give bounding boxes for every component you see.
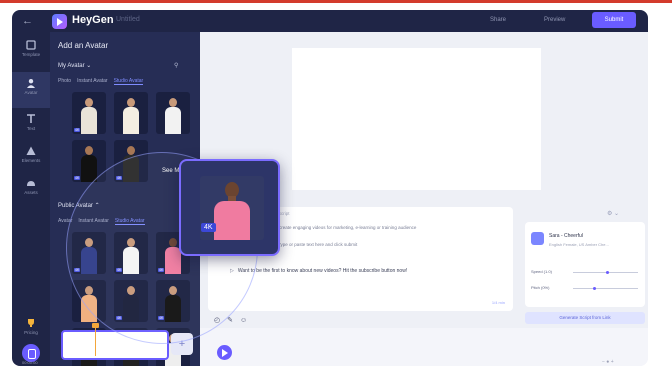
avatar-thumb[interactable]: 4K bbox=[72, 92, 106, 134]
top-bar: ← HeyGen Untitled Share Preview Submit bbox=[12, 10, 648, 32]
current-line-text: Want to be the first to know about new v… bbox=[237, 268, 408, 274]
video-canvas[interactable] bbox=[292, 48, 541, 190]
heygen-logo bbox=[52, 14, 67, 29]
voice-description: English Female, US Amber Che... bbox=[549, 242, 609, 247]
speed-slider[interactable] bbox=[573, 271, 638, 274]
rail-item-pricing[interactable]: Pricing bbox=[12, 318, 50, 340]
share-link[interactable]: Share bbox=[490, 17, 506, 23]
my-avatar-label: My Avatar bbox=[58, 63, 85, 69]
rail-label-text: Text bbox=[26, 126, 36, 131]
voice-icon bbox=[531, 232, 544, 245]
4k-badge: 4K bbox=[201, 223, 216, 232]
app-window: ← HeyGen Untitled Share Preview Submit T… bbox=[12, 10, 648, 366]
elements-icon bbox=[26, 146, 36, 155]
emoji-icon[interactable]: ☺ bbox=[240, 317, 247, 324]
trophy-icon bbox=[28, 319, 34, 327]
preview-button[interactable]: Preview bbox=[544, 17, 565, 23]
tab-instant-avatar[interactable]: Instant Avatar bbox=[77, 78, 107, 84]
pitch-slider[interactable] bbox=[573, 287, 638, 290]
draft-title[interactable]: Untitled bbox=[116, 16, 140, 23]
tab-studio-avatar[interactable]: Studio Avatar bbox=[113, 78, 144, 85]
top-accent-line bbox=[0, 0, 672, 3]
brand-name: HeyGen bbox=[72, 14, 114, 26]
avatar-thumb[interactable] bbox=[156, 92, 190, 134]
pause-icon[interactable]: ✎ bbox=[227, 317, 233, 324]
timecode: 00:00:00 bbox=[22, 360, 38, 365]
rail-item-elements[interactable]: Elements bbox=[12, 146, 50, 172]
voice-panel[interactable]: Sara - Cheerful English Female, US Amber… bbox=[525, 222, 645, 307]
left-icon-rail: Template Avatar Text Elements Assets Pri… bbox=[12, 32, 50, 366]
help-icon bbox=[28, 349, 36, 359]
magnified-avatar[interactable]: 4K bbox=[179, 159, 280, 256]
play-button[interactable] bbox=[217, 345, 232, 360]
template-icon bbox=[26, 40, 36, 50]
avatar-thumb[interactable] bbox=[114, 92, 148, 134]
rail-item-assets[interactable]: Assets bbox=[12, 178, 50, 204]
text-icon bbox=[27, 114, 35, 123]
script-settings-icons[interactable]: ⚙ ⌄ bbox=[607, 210, 619, 217]
tab-photo[interactable]: Photo bbox=[58, 78, 71, 84]
speed-slider-knob[interactable] bbox=[605, 271, 609, 274]
zoom-controls[interactable]: − ● + bbox=[602, 359, 614, 365]
script-line[interactable]: Create engaging videos for marketing, e-… bbox=[278, 225, 416, 230]
generate-script-button[interactable]: Generate Script from Link bbox=[525, 312, 645, 324]
assets-icon bbox=[27, 181, 35, 186]
voice-name[interactable]: Sara - Cheerful bbox=[549, 233, 583, 239]
rail-label-elements: Elements bbox=[21, 158, 41, 163]
submit-button[interactable]: Submit bbox=[592, 12, 636, 28]
rail-item-avatar[interactable]: Avatar bbox=[12, 72, 50, 108]
avatar-icon bbox=[27, 79, 35, 88]
rail-label-avatar: Avatar bbox=[24, 90, 38, 95]
search-icon[interactable]: ⚲ bbox=[174, 62, 178, 69]
my-avatar-heading[interactable]: My Avatar ⌄ bbox=[58, 62, 91, 69]
timeline bbox=[200, 328, 648, 366]
rail-label-template: Template bbox=[21, 52, 41, 57]
playhead[interactable] bbox=[92, 323, 99, 356]
script-line-current[interactable]: ▷ Want to be the first to know about new … bbox=[230, 268, 407, 274]
back-icon[interactable]: ← bbox=[22, 15, 34, 27]
speed-label: Speed (1.0) bbox=[531, 269, 552, 274]
my-avatar-tabs: Photo Instant Avatar Studio Avatar bbox=[58, 78, 149, 85]
rail-item-text[interactable]: Text bbox=[12, 114, 50, 140]
rail-item-template[interactable]: Template bbox=[12, 40, 50, 68]
script-duration: 1/4 min bbox=[491, 300, 505, 305]
pitch-slider-knob[interactable] bbox=[592, 287, 596, 290]
rail-label-pricing: Pricing bbox=[24, 330, 38, 335]
script-line[interactable]: Type or paste text here and click submit bbox=[278, 242, 357, 247]
panel-title: Add an Avatar bbox=[58, 41, 109, 50]
pitch-label: Pitch (0%) bbox=[531, 285, 550, 290]
rail-label-assets: Assets bbox=[24, 190, 38, 195]
